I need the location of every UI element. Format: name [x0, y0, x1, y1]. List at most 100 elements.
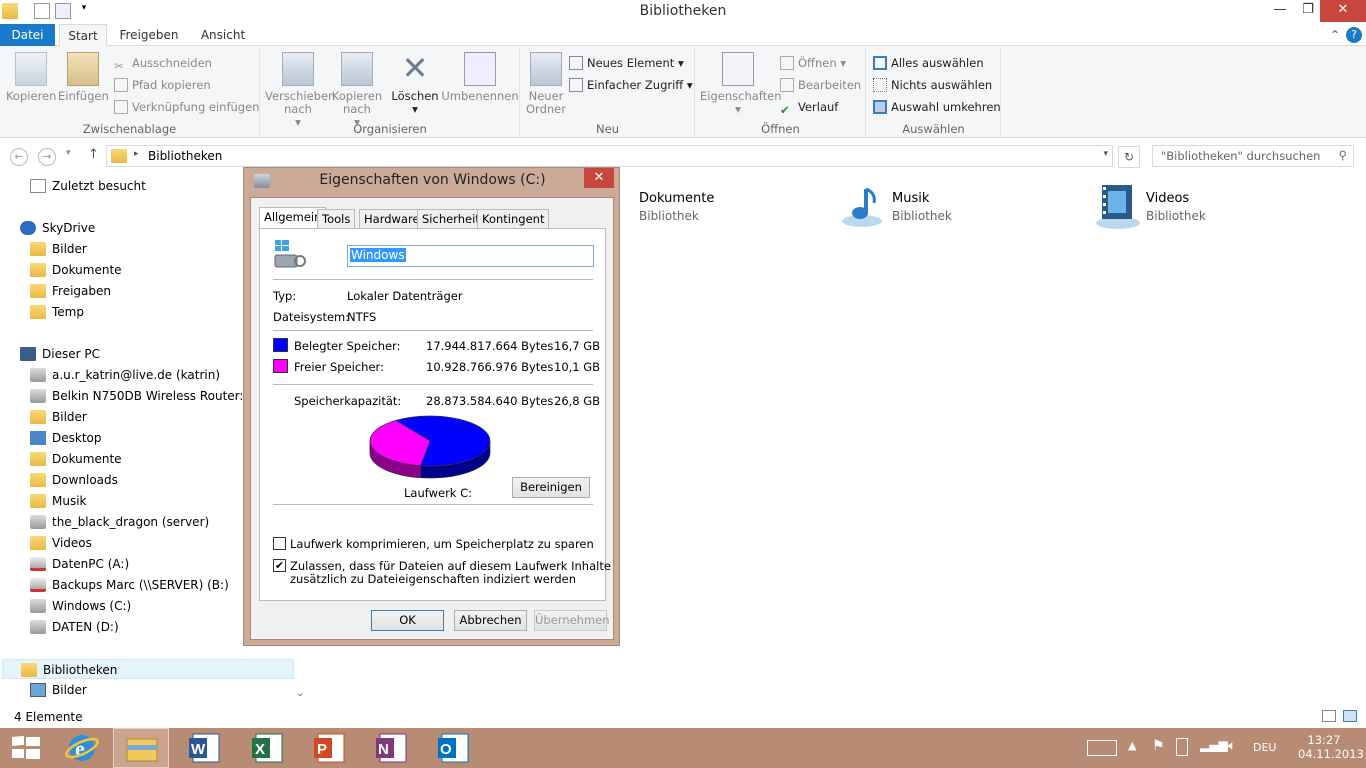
library-item-videos[interactable]: Videos Bibliothek	[1094, 183, 1294, 239]
compress-checkbox[interactable]	[273, 537, 286, 550]
excel-icon[interactable]: X	[240, 728, 296, 768]
nav-libraries[interactable]: Bibliotheken	[2, 659, 294, 679]
nav-item[interactable]: Bilder	[30, 407, 87, 427]
nav-item[interactable]: DATEN (D:)	[30, 617, 119, 637]
nav-item[interactable]: Dokumente	[30, 260, 122, 280]
search-input[interactable]: "Bibliotheken" durchsuchen ⚲	[1152, 145, 1354, 167]
copy-to-button[interactable]: Kopieren nach ▾	[331, 52, 383, 129]
language-indicator[interactable]: DEU	[1253, 741, 1276, 754]
ribbon-tabs: Datei Start Freigeben Ansicht ⌃ ?	[0, 24, 1366, 47]
cancel-button[interactable]: Abbrechen	[454, 610, 527, 631]
tab-share[interactable]: Freigeben	[116, 24, 182, 46]
wifi-icon[interactable]: ▂▄▆	[1200, 738, 1228, 752]
address-dropdown-icon[interactable]: ▾	[1103, 149, 1108, 159]
open-button[interactable]: Öffnen ▾	[780, 53, 846, 73]
nav-item[interactable]: a.u.r_katrin@live.de (katrin)	[30, 365, 220, 385]
edit-button[interactable]: Bearbeiten	[780, 75, 861, 95]
nav-item[interactable]: Bilder	[30, 239, 87, 259]
details-view-icon[interactable]	[1322, 710, 1336, 722]
cut-button[interactable]: ✂ Ausschneiden	[114, 53, 212, 73]
copy-path-button[interactable]: Pfad kopieren	[114, 75, 211, 95]
nav-this-pc[interactable]: Dieser PC	[20, 344, 100, 364]
nav-item[interactable]: the_black_dragon (server)	[30, 512, 209, 532]
show-hidden-icons-icon[interactable]: ▲	[1128, 739, 1136, 752]
library-name: Dokumente	[639, 191, 715, 206]
used-space-swatch	[273, 338, 288, 352]
nav-item[interactable]: DatenPC (A:)	[30, 554, 129, 574]
nav-item[interactable]: Backups Marc (\\SERVER) (B:)	[30, 575, 229, 595]
nav-item[interactable]: Desktop	[30, 428, 102, 448]
tab-quota[interactable]: Kontingent	[477, 209, 550, 228]
library-item-music[interactable]: Musik Bibliothek	[840, 183, 1040, 239]
nav-item[interactable]: Temp	[30, 302, 84, 322]
nav-recent[interactable]: Zuletzt besucht	[30, 176, 146, 196]
address-box[interactable]: ▸ Bibliotheken ▾	[106, 145, 1113, 167]
tab-view[interactable]: Ansicht	[196, 24, 250, 46]
volume-name-input[interactable]: Windows	[347, 245, 594, 267]
new-folder-button[interactable]: Neuer Ordner	[525, 52, 567, 116]
scroll-down-icon[interactable]: ⌄	[296, 688, 304, 699]
up-button[interactable]: ↑	[88, 147, 99, 162]
nav-item[interactable]: Belkin N750DB Wireless Router: 1	[30, 386, 255, 406]
refresh-icon[interactable]: ↻	[1118, 146, 1140, 168]
clock[interactable]: 13:27 04.11.2013	[1298, 733, 1364, 761]
nav-item[interactable]: Freigaben	[30, 281, 111, 301]
explorer-taskbar-icon[interactable]	[113, 728, 169, 768]
paste-shortcut-button[interactable]: Verknüpfung einfügen	[114, 97, 259, 117]
easy-access-button[interactable]: Einfacher Zugriff ▾	[569, 75, 693, 95]
taskbar: e W X P N O ▲ ⚑ ▂▄▆ 🔈︎ DEU 13:27 04.11.20…	[0, 728, 1366, 768]
svg-text:N: N	[378, 741, 389, 758]
nav-item[interactable]: Videos	[30, 533, 92, 553]
tab-tools[interactable]: Tools	[317, 209, 356, 228]
back-button[interactable]: ←	[10, 148, 28, 166]
breadcrumb[interactable]: Bibliotheken	[148, 149, 222, 163]
apply-button[interactable]: Übernehmen	[534, 610, 610, 631]
start-button[interactable]	[0, 728, 56, 768]
powerpoint-icon[interactable]: P	[302, 728, 358, 768]
outlook-icon[interactable]: O	[426, 728, 482, 768]
index-checkbox[interactable]: ✔	[273, 559, 286, 572]
nav-item[interactable]: Musik	[30, 491, 87, 511]
tab-file[interactable]: Datei	[0, 24, 55, 46]
properties-button[interactable]: Eigenschaften ▾	[700, 52, 782, 116]
breadcrumb-chevron-icon[interactable]: ▸	[134, 149, 139, 159]
select-none-button[interactable]: Nichts auswählen	[873, 75, 992, 95]
rename-button[interactable]: Umbenennen	[441, 52, 519, 103]
forward-button[interactable]: →	[38, 148, 56, 166]
touch-keyboard-icon[interactable]	[1087, 740, 1117, 756]
cleanup-button[interactable]: Bereinigen	[512, 477, 590, 498]
ok-button[interactable]: OK	[371, 610, 444, 631]
nav-item[interactable]: Downloads	[30, 470, 118, 490]
dialog-close-button[interactable]: ✕	[584, 168, 614, 188]
item-count: 4 Elemente	[14, 710, 83, 724]
action-center-flag-icon[interactable]: ⚑	[1152, 738, 1165, 754]
volume-icon[interactable]: 🔈︎	[1228, 738, 1236, 754]
delete-button[interactable]: ✕ Löschen ▾	[389, 52, 441, 116]
history-button[interactable]: ✔ Verlauf	[780, 97, 838, 117]
minimize-button[interactable]: —	[1266, 0, 1294, 22]
library-item-documents[interactable]: Dokumente Bibliothek	[630, 183, 830, 239]
help-icon[interactable]: ?	[1346, 27, 1362, 43]
onenote-icon[interactable]: N	[364, 728, 420, 768]
paste-button[interactable]: Einfügen	[58, 52, 109, 103]
nav-item[interactable]: Windows (C:)	[30, 596, 131, 616]
close-button[interactable]: ✕	[1320, 0, 1366, 22]
move-to-button[interactable]: Verschieben nach ▾	[265, 52, 335, 129]
tab-security[interactable]: Sicherheit	[417, 209, 485, 228]
recent-locations-icon[interactable]: ▾	[66, 148, 71, 158]
ie-icon[interactable]: e	[54, 728, 110, 768]
battery-icon[interactable]	[1176, 738, 1188, 756]
copy-button[interactable]: Kopieren	[6, 52, 56, 103]
select-all-button[interactable]: Alles auswählen	[873, 53, 984, 73]
invert-selection-button[interactable]: Auswahl umkehren	[873, 97, 1001, 117]
nav-skydrive[interactable]: SkyDrive	[20, 218, 95, 238]
word-icon[interactable]: W	[177, 728, 233, 768]
new-item-button[interactable]: Neues Element ▾	[569, 53, 684, 73]
nav-item[interactable]: Dokumente	[30, 449, 122, 469]
nav-item[interactable]: Bilder	[30, 680, 87, 700]
tab-hardware[interactable]: Hardware	[359, 209, 425, 228]
tab-start[interactable]: Start	[59, 24, 107, 47]
large-icons-view-icon[interactable]	[1343, 710, 1357, 722]
collapse-ribbon-icon[interactable]: ⌃	[1328, 24, 1342, 46]
maximize-button[interactable]: ❐	[1294, 0, 1322, 22]
